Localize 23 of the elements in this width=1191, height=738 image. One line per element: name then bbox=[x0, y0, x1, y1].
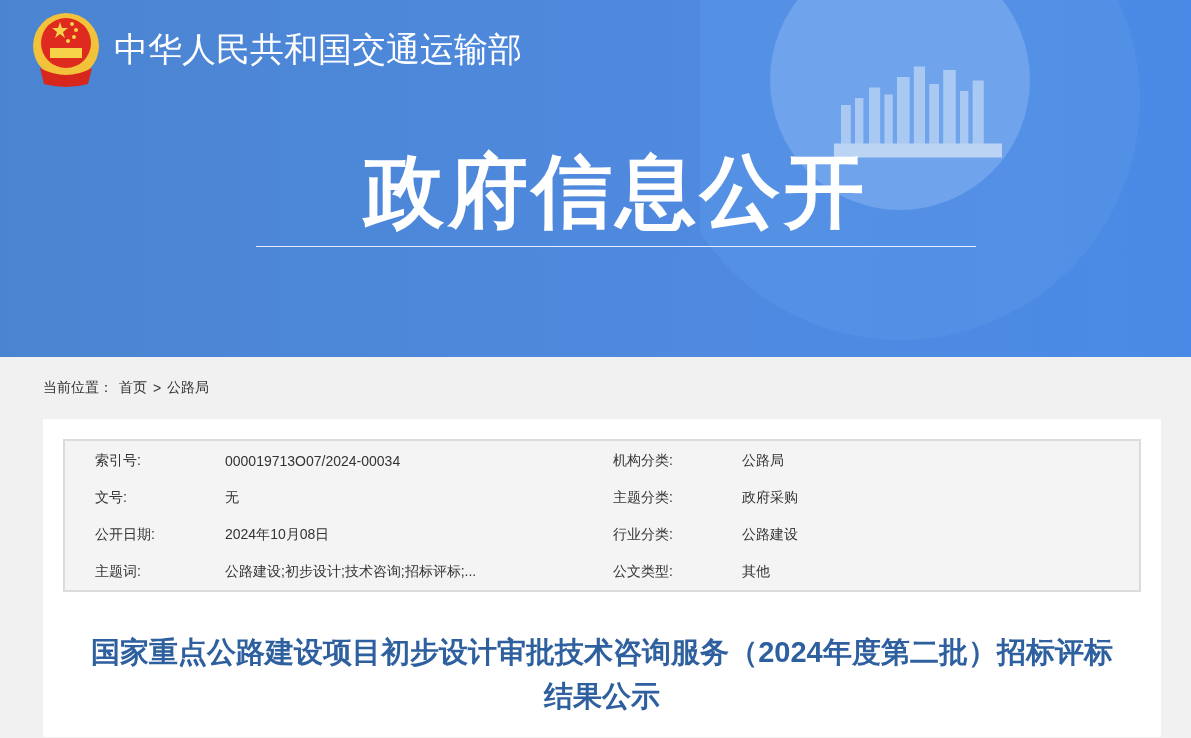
info-label: 文号: bbox=[95, 488, 128, 507]
banner-title: 政府信息公开 bbox=[364, 146, 868, 238]
info-value: 公路局 bbox=[742, 451, 785, 470]
info-label: 公开日期: bbox=[95, 525, 156, 544]
info-label: 主题词: bbox=[95, 562, 142, 581]
info-label: 行业分类: bbox=[613, 525, 674, 544]
breadcrumb-link[interactable]: 公路局 bbox=[167, 379, 210, 397]
info-value: 其他 bbox=[742, 562, 771, 581]
info-value: 政府采购 bbox=[742, 488, 799, 507]
info-label: 索引号: bbox=[95, 451, 142, 470]
ministry-name: 中华人民共和国交通运输部 bbox=[114, 29, 522, 70]
info-value: 2024年10月08日 bbox=[225, 525, 331, 544]
article-title: 国家重点公路建设项目初步设计审批技术咨询服务（2024年度第二批）招标评标结果公示 bbox=[90, 635, 1114, 714]
info-value: 公路建设 bbox=[742, 525, 799, 544]
info-label: 公文类型: bbox=[613, 562, 674, 581]
info-value: 000019713O07/2024-00034 bbox=[225, 452, 402, 469]
breadcrumb-separator: > bbox=[153, 380, 162, 396]
info-value: 无 bbox=[225, 488, 240, 507]
breadcrumb-label: 当前位置： bbox=[43, 379, 113, 397]
info-label: 主题分类: bbox=[613, 488, 674, 507]
info-value: 公路建设;初步设计;技术咨询;招标评标;... bbox=[225, 562, 478, 581]
info-label: 机构分类: bbox=[613, 451, 674, 470]
breadcrumb-link[interactable]: 首页 bbox=[119, 379, 147, 397]
